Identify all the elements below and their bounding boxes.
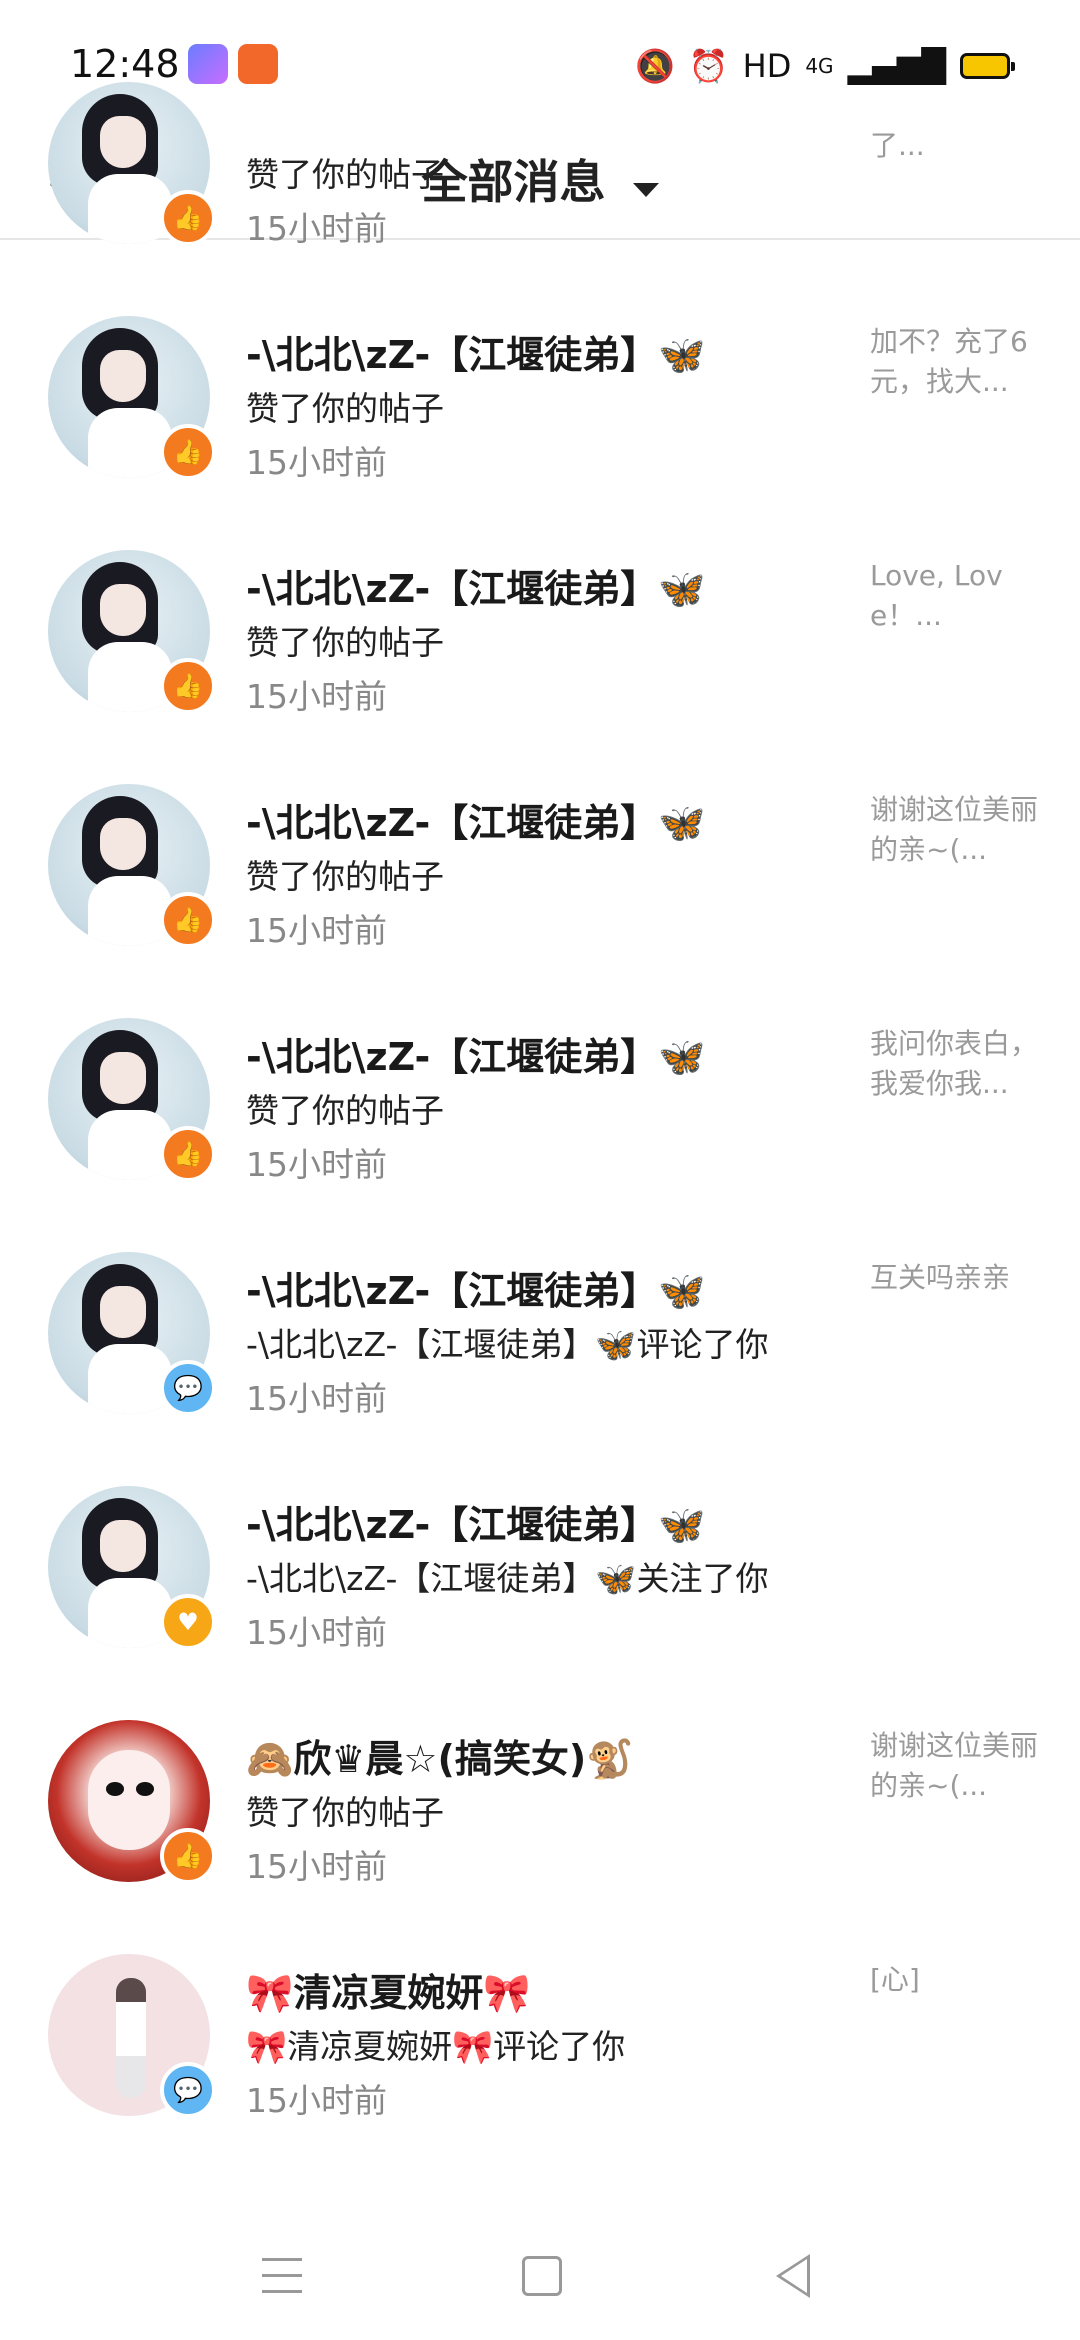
message-item[interactable]: 💬 🎀清凉夏婉妍🎀 🎀清凉夏婉妍🎀评论了你 15小时前 [心] [0, 1930, 1080, 2164]
user-name[interactable]: -\北北\zZ-【江堰徒弟】🦋 [246, 792, 706, 847]
like-badge-icon: 👍 [160, 658, 216, 714]
action-text: 赞了你的帖子 [246, 623, 444, 662]
user-name[interactable]: -\北北\zZ-【江堰徒弟】🦋 [246, 324, 706, 379]
user-name[interactable]: 🎀清凉夏婉妍🎀 [246, 1962, 531, 2017]
post-preview[interactable]: [心] [870, 1960, 1040, 2000]
like-badge-icon: 👍 [160, 892, 216, 948]
like-badge-icon: 👍 [160, 1828, 216, 1884]
time-text: 15小时前 [246, 209, 387, 248]
post-preview[interactable]: 加不？充了6元，找大... [870, 322, 1040, 402]
message-item[interactable]: 👍 🙈欣♛晨☆(搞笑女)🐒 赞了你的帖子 15小时前 谢谢这位美丽的亲~(... [0, 1696, 1080, 1930]
post-preview[interactable]: 谢谢这位美丽的亲~(... [870, 1726, 1040, 1806]
time-text: 15小时前 [246, 443, 387, 482]
post-preview[interactable]: 互关吗亲亲 [870, 1258, 1040, 1298]
time-text: 15小时前 [246, 1145, 387, 1184]
action-text: 赞了你的帖子 [246, 1091, 444, 1130]
post-preview[interactable]: 谢谢这位美丽的亲~(... [870, 790, 1040, 870]
post-preview[interactable]: 了... [870, 126, 1040, 166]
action-text: -\北北\zZ-【江堰徒弟】🦋评论了你 [246, 1325, 769, 1364]
comment-badge-icon: 💬 [160, 1360, 216, 1416]
user-name[interactable]: -\北北\zZ-【江堰徒弟】🦋 [246, 1260, 706, 1315]
back-triangle-icon[interactable] [776, 2254, 810, 2298]
user-name[interactable]: 🙈欣♛晨☆(搞笑女)🐒 [246, 1728, 634, 1783]
comment-badge-icon: 💬 [160, 2062, 216, 2118]
action-text: 赞了你的帖子 [246, 857, 444, 896]
post-preview[interactable]: Love, Love！... [870, 556, 1040, 636]
follow-heart-icon: ♥ [160, 1594, 216, 1650]
message-item[interactable]: 👍 -\北北\zZ-【江堰徒弟】🦋 赞了你的帖子 15小时前 加不？充了6元，找… [0, 292, 1080, 526]
action-text: 赞了你的帖子 [246, 389, 444, 428]
time-text: 15小时前 [246, 1847, 387, 1886]
like-badge-icon: 👍 [160, 190, 216, 246]
action-text: 🎀清凉夏婉妍🎀评论了你 [246, 2027, 626, 2066]
menu-icon[interactable] [262, 2258, 302, 2294]
message-item[interactable]: 👍 赞了你的帖子 15小时前 了... [0, 58, 1080, 292]
time-text: 15小时前 [246, 2081, 387, 2120]
system-nav-bar [0, 2220, 1080, 2340]
time-text: 15小时前 [246, 911, 387, 950]
action-text: 赞了你的帖子 [246, 155, 444, 194]
post-preview[interactable]: 我问你表白，我爱你我... [870, 1024, 1040, 1104]
user-name[interactable]: -\北北\zZ-【江堰徒弟】🦋 [246, 558, 706, 613]
message-item[interactable]: ♥ -\北北\zZ-【江堰徒弟】🦋 -\北北\zZ-【江堰徒弟】🦋关注了你 15… [0, 1462, 1080, 1696]
time-text: 15小时前 [246, 677, 387, 716]
message-item[interactable]: 👍 -\北北\zZ-【江堰徒弟】🦋 赞了你的帖子 15小时前 谢谢这位美丽的亲~… [0, 760, 1080, 994]
time-text: 15小时前 [246, 1613, 387, 1652]
home-square-icon[interactable] [522, 2256, 562, 2296]
message-item[interactable]: 💬 -\北北\zZ-【江堰徒弟】🦋 -\北北\zZ-【江堰徒弟】🦋评论了你 15… [0, 1228, 1080, 1462]
like-badge-icon: 👍 [160, 424, 216, 480]
user-name[interactable]: -\北北\zZ-【江堰徒弟】🦋 [246, 1026, 706, 1081]
time-text: 15小时前 [246, 1379, 387, 1418]
message-item[interactable]: 👍 -\北北\zZ-【江堰徒弟】🦋 赞了你的帖子 15小时前 我问你表白，我爱你… [0, 994, 1080, 1228]
action-text: 赞了你的帖子 [246, 1793, 444, 1832]
action-text: -\北北\zZ-【江堰徒弟】🦋关注了你 [246, 1559, 769, 1598]
user-name[interactable]: -\北北\zZ-【江堰徒弟】🦋 [246, 1494, 706, 1549]
message-item[interactable]: 👍 -\北北\zZ-【江堰徒弟】🦋 赞了你的帖子 15小时前 Love, Lov… [0, 526, 1080, 760]
like-badge-icon: 👍 [160, 1126, 216, 1182]
